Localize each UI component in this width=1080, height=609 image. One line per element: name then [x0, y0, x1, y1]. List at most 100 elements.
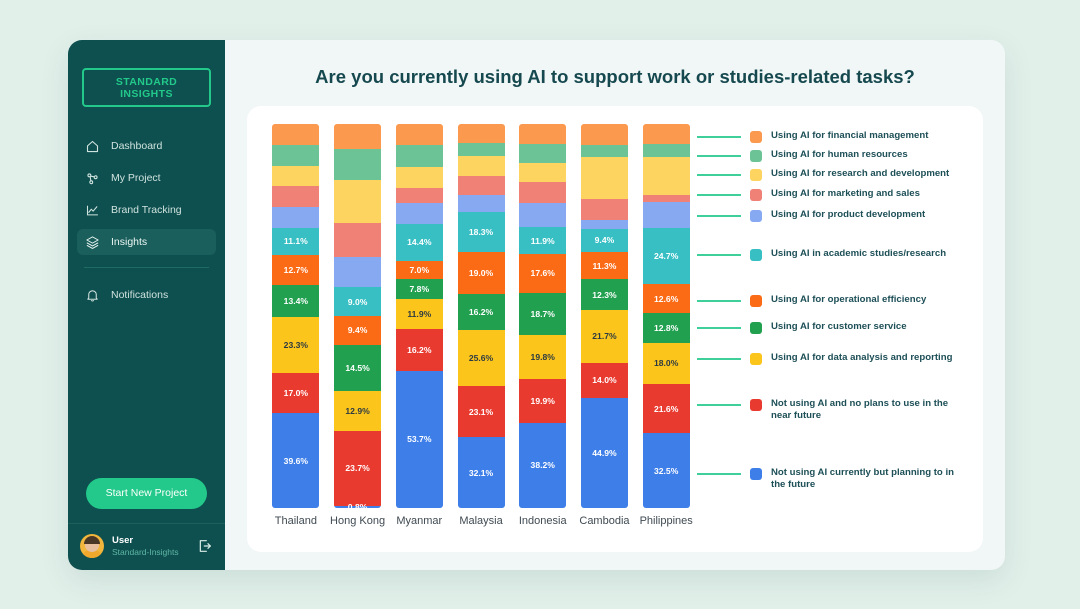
bar-segment[interactable]: 13.4% — [272, 284, 320, 317]
bar-segment[interactable]: 38.2% — [519, 423, 567, 508]
bar-segment[interactable] — [519, 144, 567, 163]
bar-segment[interactable]: 14.0% — [580, 363, 628, 398]
bar-stack[interactable]: 18.3% 19.0% 16.2% 25.6% 23.1% 32.1% — [457, 124, 505, 508]
bar-segment[interactable] — [395, 145, 443, 167]
sidebar-item-dashboard[interactable]: Dashboard — [77, 133, 216, 159]
bar-segment[interactable] — [272, 186, 320, 208]
bar-stack[interactable]: 14.4% 7.0% 7.8% 11.9% 16.2% 53.7% — [395, 124, 443, 508]
bar-segment[interactable] — [519, 124, 567, 145]
bar-segment[interactable] — [457, 155, 505, 177]
bar-segment[interactable]: 19.0% — [457, 252, 505, 295]
bar-segment[interactable] — [272, 207, 320, 228]
bar-segment[interactable]: 39.6% — [272, 413, 320, 508]
bar-stack[interactable]: 11.9% 17.6% 18.7% 19.8% 19.9% 38.2% — [519, 124, 567, 508]
user-bar[interactable]: User Standard-Insights — [68, 523, 225, 570]
bar-segment[interactable]: 12.3% — [580, 279, 628, 310]
bar-segment[interactable] — [334, 149, 382, 180]
bar-segment[interactable]: 0.8% — [334, 502, 382, 508]
legend-item[interactable]: Using AI for marketing and sales — [697, 188, 920, 201]
bar-segment[interactable] — [334, 179, 382, 223]
legend-item[interactable]: Not using AI currently but planning to i… — [697, 467, 955, 492]
bar-segment[interactable] — [519, 202, 567, 228]
bar-segment[interactable] — [580, 219, 628, 229]
legend-item[interactable]: Not using AI and no plans to use in the … — [697, 398, 955, 423]
bar-segment[interactable] — [272, 124, 320, 145]
bar-segment[interactable]: 7.0% — [395, 260, 443, 279]
bar-segment[interactable]: 12.9% — [334, 390, 382, 432]
bar-segment[interactable] — [642, 156, 690, 195]
bar-segment[interactable]: 9.4% — [334, 315, 382, 346]
bar-segment[interactable] — [642, 124, 690, 145]
bar-segment[interactable]: 16.2% — [457, 294, 505, 330]
bar-segment[interactable] — [580, 157, 628, 200]
bar-segment[interactable]: 32.1% — [457, 437, 505, 508]
bar-stack[interactable]: 24.7% 12.6% 12.8% 18.0% 21.6% 32.5% — [642, 124, 690, 508]
legend-item[interactable]: Using AI for customer service — [697, 321, 907, 334]
bar-segment[interactable]: 24.7% — [642, 227, 690, 285]
bar-segment[interactable]: 44.9% — [580, 397, 628, 508]
bar-stack[interactable]: 9.4% 11.3% 12.3% 21.7% 14.0% 44.9% — [580, 124, 628, 508]
legend-item[interactable]: Using AI in academic studies/research — [697, 248, 946, 261]
bar-stack[interactable]: 9.0% 9.4% 14.5% 12.9% 23.7% 0.8% — [334, 124, 382, 508]
logout-icon[interactable] — [197, 538, 213, 554]
bar-segment[interactable]: 7.8% — [395, 278, 443, 299]
bar-segment[interactable] — [580, 124, 628, 145]
bar-segment[interactable] — [457, 194, 505, 212]
bar-segment[interactable] — [395, 202, 443, 224]
bar-segment[interactable] — [642, 194, 690, 203]
bar-segment[interactable]: 11.9% — [395, 298, 443, 330]
bar-segment[interactable]: 21.7% — [580, 309, 628, 364]
bar-segment[interactable]: 25.6% — [457, 329, 505, 387]
bar-segment[interactable]: 21.6% — [642, 383, 690, 434]
bar-segment[interactable]: 23.7% — [334, 431, 382, 506]
sidebar-item-brand-tracking[interactable]: Brand Tracking — [77, 197, 216, 223]
bar-segment[interactable]: 12.7% — [272, 254, 320, 285]
bar-segment[interactable] — [580, 199, 628, 220]
bar-segment[interactable]: 18.3% — [457, 211, 505, 253]
bar-segment[interactable]: 11.3% — [580, 251, 628, 280]
bar-segment[interactable]: 14.4% — [395, 223, 443, 261]
bar-segment[interactable] — [334, 257, 382, 288]
bar-segment[interactable]: 19.8% — [519, 334, 567, 379]
bar-segment[interactable] — [519, 181, 567, 203]
bar-segment[interactable]: 12.8% — [642, 313, 690, 343]
bar-segment[interactable] — [457, 142, 505, 156]
legend-item[interactable]: Using AI for operational efficiency — [697, 294, 926, 307]
bar-segment[interactable]: 23.1% — [457, 386, 505, 438]
bar-segment[interactable] — [580, 144, 628, 158]
bar-stack[interactable]: 11.1% 12.7% 13.4% 23.3% 17.0% 39.6% — [272, 124, 320, 508]
bar-segment[interactable]: 18.0% — [642, 342, 690, 384]
bar-segment[interactable]: 11.9% — [519, 227, 567, 254]
bar-segment[interactable] — [272, 165, 320, 187]
bar-segment[interactable] — [457, 176, 505, 195]
bar-segment[interactable]: 32.5% — [642, 433, 690, 508]
bar-segment[interactable]: 17.6% — [519, 253, 567, 294]
bar-segment[interactable] — [395, 166, 443, 188]
bar-segment[interactable]: 14.5% — [334, 345, 382, 391]
bar-segment[interactable] — [642, 144, 690, 157]
bar-segment[interactable] — [395, 187, 443, 203]
bar-segment[interactable]: 53.7% — [395, 370, 443, 508]
bar-segment[interactable]: 16.2% — [395, 329, 443, 371]
legend-item[interactable]: Using AI for financial management — [697, 130, 928, 143]
legend-item[interactable]: Using AI for research and development — [697, 168, 949, 181]
legend-item[interactable]: Using AI for product development — [697, 209, 925, 222]
bar-segment[interactable]: 23.3% — [272, 316, 320, 373]
bar-segment[interactable]: 9.4% — [580, 228, 628, 252]
bar-segment[interactable] — [395, 124, 443, 146]
sidebar-item-insights[interactable]: Insights — [77, 229, 216, 255]
bar-segment[interactable] — [334, 124, 382, 150]
bar-segment[interactable]: 19.9% — [519, 378, 567, 423]
bar-segment[interactable] — [457, 124, 505, 143]
sidebar-item-my-project[interactable]: My Project — [77, 165, 216, 191]
bar-segment[interactable]: 18.7% — [519, 293, 567, 335]
bar-segment[interactable] — [642, 202, 690, 228]
bar-segment[interactable] — [519, 162, 567, 182]
bar-segment[interactable]: 17.0% — [272, 372, 320, 414]
bar-segment[interactable]: 12.6% — [642, 284, 690, 314]
bar-segment[interactable] — [272, 144, 320, 166]
bar-segment[interactable]: 11.1% — [272, 227, 320, 255]
bar-segment[interactable] — [334, 222, 382, 258]
legend-item[interactable]: Using AI for human resources — [697, 149, 908, 162]
start-new-project-button[interactable]: Start New Project — [86, 478, 207, 509]
